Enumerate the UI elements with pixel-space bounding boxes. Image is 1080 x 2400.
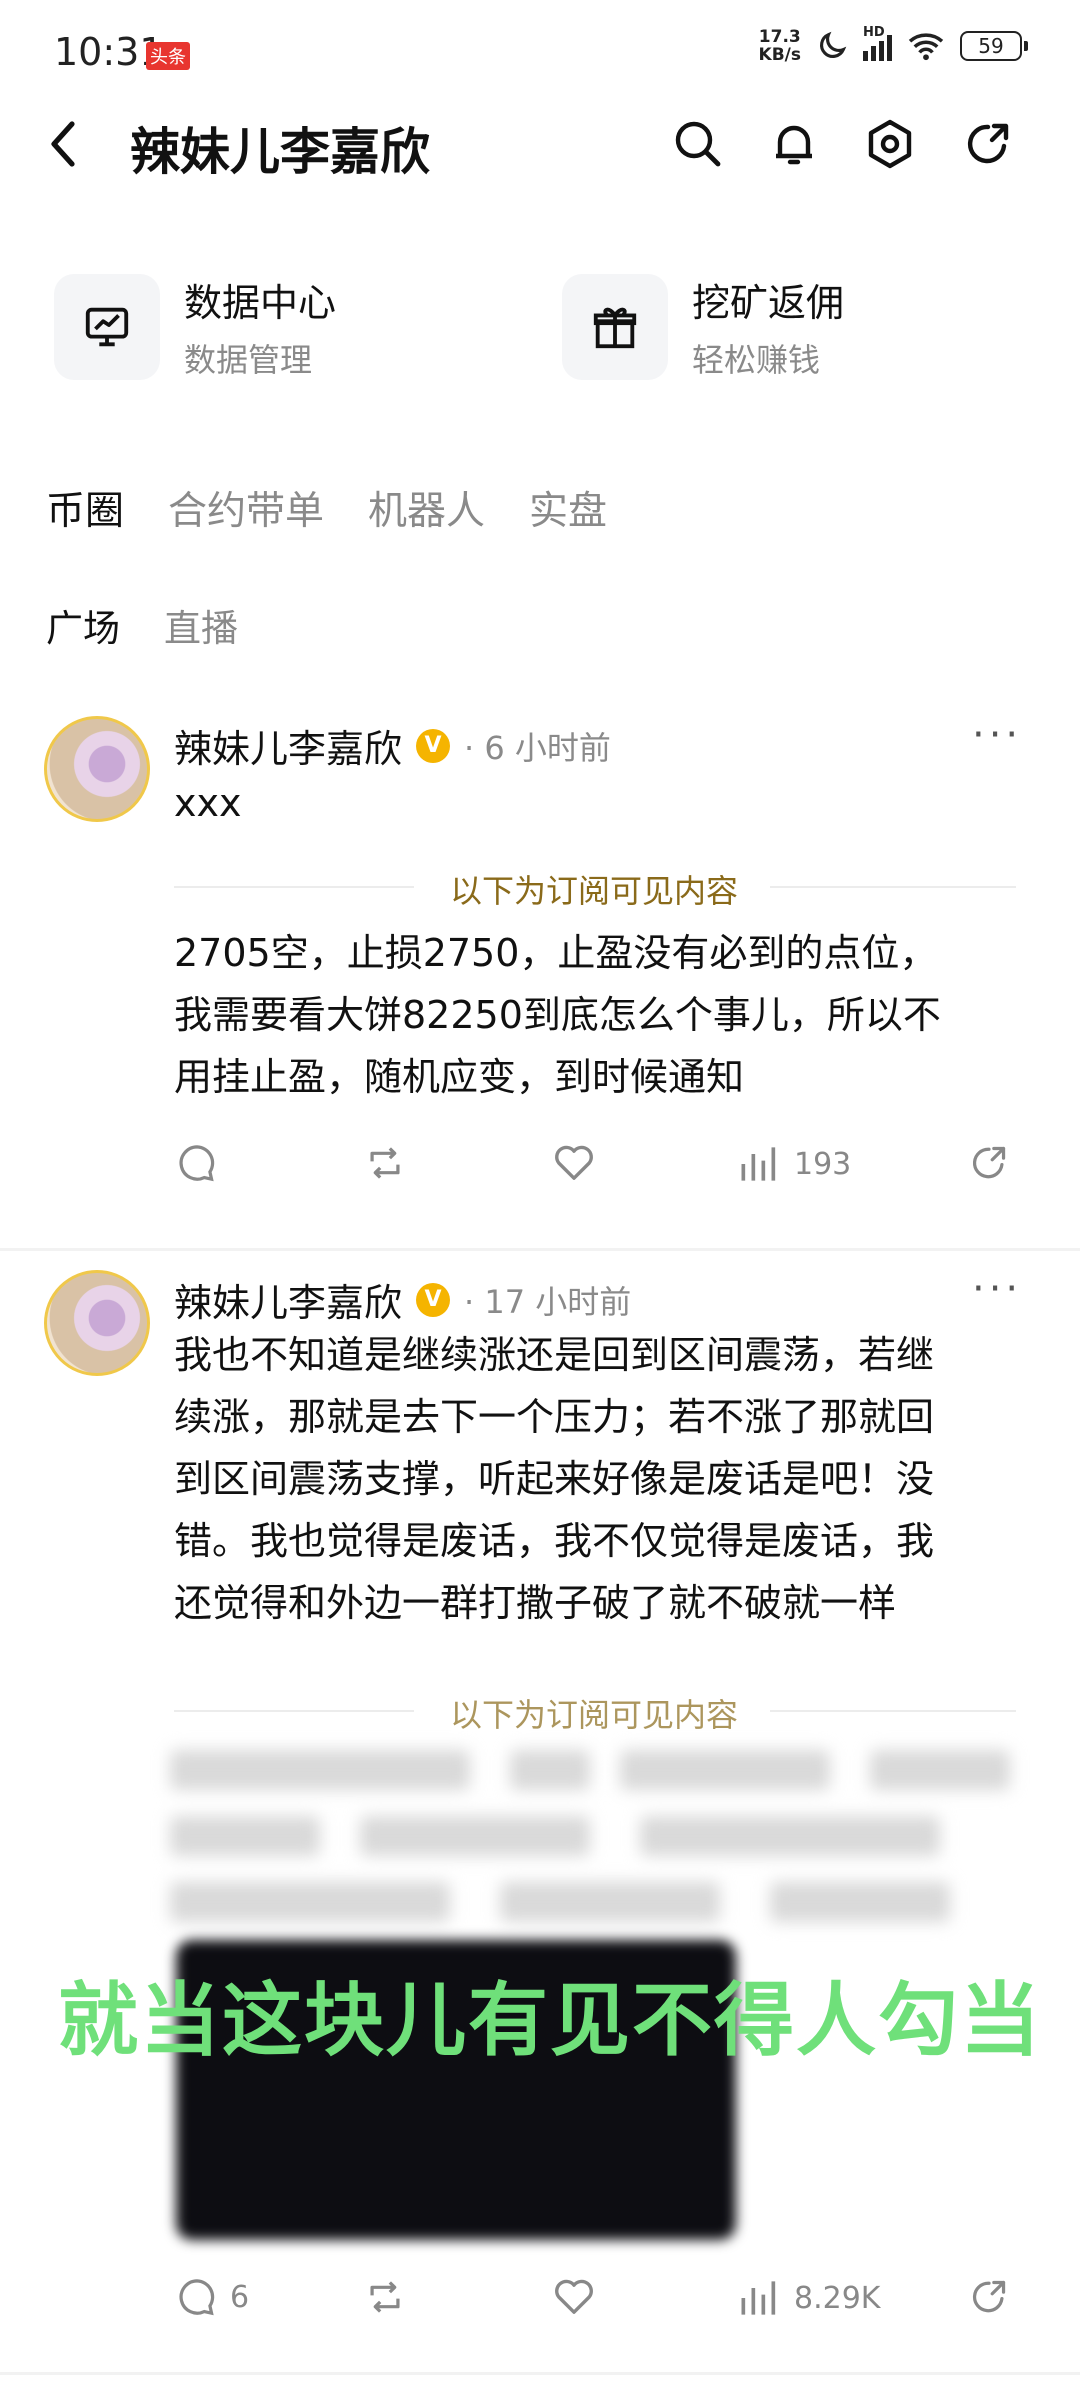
share-icon[interactable]	[962, 118, 1014, 170]
verified-icon: V	[416, 1282, 451, 1317]
repost-icon	[370, 1147, 400, 1179]
back-icon[interactable]	[44, 118, 84, 170]
more-icon[interactable]: ···	[972, 1266, 1022, 1312]
bar-chart-icon	[741, 2281, 776, 2315]
repost-icon	[370, 2281, 400, 2313]
shortcut-title: 数据中心	[184, 281, 337, 325]
shortcut-subtitle: 数据管理	[184, 341, 313, 379]
divider	[770, 886, 1016, 888]
tab-square[interactable]: 广场	[46, 598, 120, 652]
sub-tabs: 广场 直播	[46, 598, 238, 652]
heart-icon	[555, 2279, 593, 2314]
tab-live-trade[interactable]: 实盘	[529, 480, 607, 536]
like-button[interactable]	[552, 1142, 596, 1184]
like-button[interactable]	[552, 2276, 596, 2318]
divider	[174, 886, 414, 888]
divider	[770, 1710, 1016, 1712]
divider	[174, 1710, 414, 1712]
category-tabs: 币圈 合约带单 机器人 实盘	[46, 480, 607, 536]
wifi-icon	[908, 33, 944, 61]
tab-contract-copy[interactable]: 合约带单	[168, 480, 324, 536]
battery-indicator: 59	[960, 31, 1028, 61]
share-icon[interactable]	[968, 1142, 1010, 1184]
post-separator	[0, 1248, 1080, 1251]
tab-live[interactable]: 直播	[164, 598, 238, 652]
author-name[interactable]: 辣妹儿李嘉欣	[174, 718, 402, 773]
status-news-badge: 头条	[146, 42, 190, 70]
search-icon[interactable]	[672, 118, 724, 170]
shortcut-subtitle: 轻松赚钱	[692, 341, 821, 379]
net-speed: 17.3 KB/s	[758, 27, 801, 65]
page-title: 辣妹儿李嘉欣	[130, 123, 430, 181]
repost-button[interactable]	[364, 2276, 406, 2318]
heart-icon	[555, 1145, 593, 1180]
comment-button[interactable]: 6	[176, 2276, 249, 2318]
repost-button[interactable]	[364, 1142, 406, 1184]
comment-icon	[179, 1145, 215, 1182]
status-icons: 17.3 KB/s HD 59	[758, 25, 1028, 65]
author-name[interactable]: 辣妹儿李嘉欣	[174, 1272, 402, 1327]
post-time: · 17 小时前	[464, 1282, 632, 1321]
blurred-content	[170, 1740, 1030, 1940]
subscription-label: 以下为订阅可见内容	[450, 872, 739, 910]
overlay-caption: 就当这块儿有见不得人勾当	[58, 1974, 1042, 2067]
post-time: · 6 小时前	[464, 728, 611, 767]
post-text: 我也不知道是继续涨还是回到区间震荡，若继 续涨，那就是去下一个压力；若不涨了那就…	[174, 1333, 935, 1625]
signal-icon: HD	[863, 25, 892, 61]
chart-monitor-icon	[54, 273, 160, 380]
post-text: xxx	[174, 781, 242, 825]
shortcut-data-center[interactable]: 数据中心 数据管理	[54, 272, 336, 381]
bar-chart-icon	[741, 1147, 776, 1181]
views-counter: 193	[738, 1144, 851, 1184]
post-header: 辣妹儿李嘉欣 V · 6 小时前	[174, 718, 611, 773]
shortcut-title: 挖矿返佣	[692, 281, 845, 325]
tab-crypto[interactable]: 币圈	[46, 480, 124, 536]
bell-icon[interactable]	[768, 118, 820, 170]
gift-icon	[562, 273, 668, 380]
avatar[interactable]	[44, 1270, 150, 1376]
views-counter: 8.29K	[738, 2278, 880, 2318]
avatar[interactable]	[44, 716, 150, 822]
verified-icon: V	[416, 728, 451, 763]
more-icon[interactable]: ···	[972, 712, 1022, 758]
comment-button[interactable]	[176, 1142, 218, 1184]
tab-robot[interactable]: 机器人	[368, 480, 485, 536]
share-icon[interactable]	[968, 2276, 1010, 2318]
shortcut-mining-rebate[interactable]: 挖矿返佣 轻松赚钱	[562, 272, 844, 381]
paid-content: 2705空，止损2750，止盈没有必到的点位， 我需要看大饼82250到底怎么个…	[174, 931, 941, 1099]
comment-icon	[179, 2279, 215, 2316]
post-header: 辣妹儿李嘉欣 V · 17 小时前	[174, 1272, 631, 1327]
post-separator	[0, 2372, 1080, 2375]
moon-icon	[820, 31, 847, 58]
settings-hex-icon[interactable]	[864, 118, 916, 170]
subscription-label: 以下为订阅可见内容	[450, 1696, 739, 1734]
